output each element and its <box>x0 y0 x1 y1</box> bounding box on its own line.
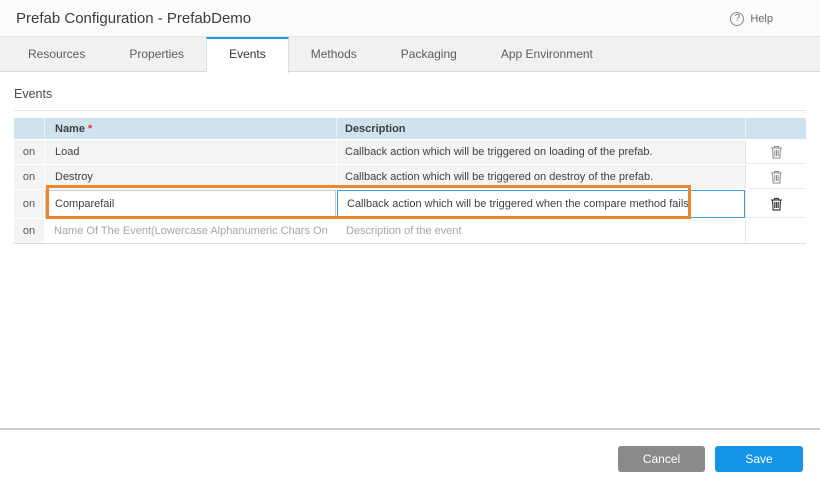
event-prefix: on <box>14 140 44 164</box>
new-event-description-input[interactable] <box>337 219 745 243</box>
required-marker: * <box>88 123 92 135</box>
row-actions <box>745 190 806 218</box>
header-prefix-column <box>14 118 44 139</box>
tab-methods[interactable]: Methods <box>289 37 379 71</box>
row-actions <box>745 219 806 243</box>
event-prefix: on <box>14 190 44 218</box>
event-prefix: on <box>14 219 44 243</box>
event-description-cell[interactable]: Callback action which will be triggered … <box>336 165 745 189</box>
event-description-cell <box>336 190 745 218</box>
tab-properties[interactable]: Properties <box>107 37 206 71</box>
event-name-cell <box>44 190 336 218</box>
tab-resources[interactable]: Resources <box>6 37 107 71</box>
row-actions <box>745 140 806 164</box>
event-name-input[interactable] <box>45 190 336 218</box>
help-icon: ? <box>730 12 744 26</box>
trash-icon <box>770 197 783 211</box>
tab-app-environment[interactable]: App Environment <box>479 37 615 71</box>
row-actions <box>745 165 806 189</box>
event-prefix: on <box>14 165 44 189</box>
event-name-cell <box>44 219 336 243</box>
table-row-destroy: on Destroy Callback action which will be… <box>14 165 806 189</box>
event-description-cell <box>336 219 745 243</box>
help-label: Help <box>750 13 773 25</box>
footer-divider <box>0 428 820 430</box>
event-name-cell[interactable]: Load <box>44 140 336 164</box>
event-name-cell[interactable]: Destroy <box>44 165 336 189</box>
table-header-row: Name * Description <box>14 118 806 139</box>
save-button[interactable]: Save <box>715 446 803 472</box>
title-bar: Prefab Configuration - PrefabDemo ? Help <box>0 0 820 37</box>
header-actions <box>745 118 806 139</box>
table-row-comparefail: on <box>14 190 806 218</box>
tab-events[interactable]: Events <box>206 37 289 73</box>
window-title: Prefab Configuration - PrefabDemo <box>16 0 251 37</box>
delete-event-button[interactable] <box>768 143 785 161</box>
table-row-new-event: on <box>14 219 806 244</box>
header-name: Name * <box>44 118 336 139</box>
header-description: Description <box>336 118 745 139</box>
tab-packaging[interactable]: Packaging <box>379 37 479 71</box>
cancel-button[interactable]: Cancel <box>618 446 705 472</box>
tab-bar: Resources Properties Events Methods Pack… <box>0 37 820 72</box>
table-row-load: on Load Callback action which will be tr… <box>14 140 806 164</box>
new-event-name-input[interactable] <box>45 219 336 243</box>
delete-event-button[interactable] <box>768 195 785 213</box>
events-section-heading: Events <box>14 87 806 111</box>
event-description-input[interactable] <box>337 190 745 218</box>
events-table: Name * Description on Load Callback acti… <box>14 118 806 244</box>
event-description-cell[interactable]: Callback action which will be triggered … <box>336 140 745 164</box>
delete-event-button[interactable] <box>768 168 785 186</box>
trash-icon <box>770 145 783 159</box>
help-button[interactable]: ? Help <box>730 0 773 37</box>
trash-icon <box>770 170 783 184</box>
